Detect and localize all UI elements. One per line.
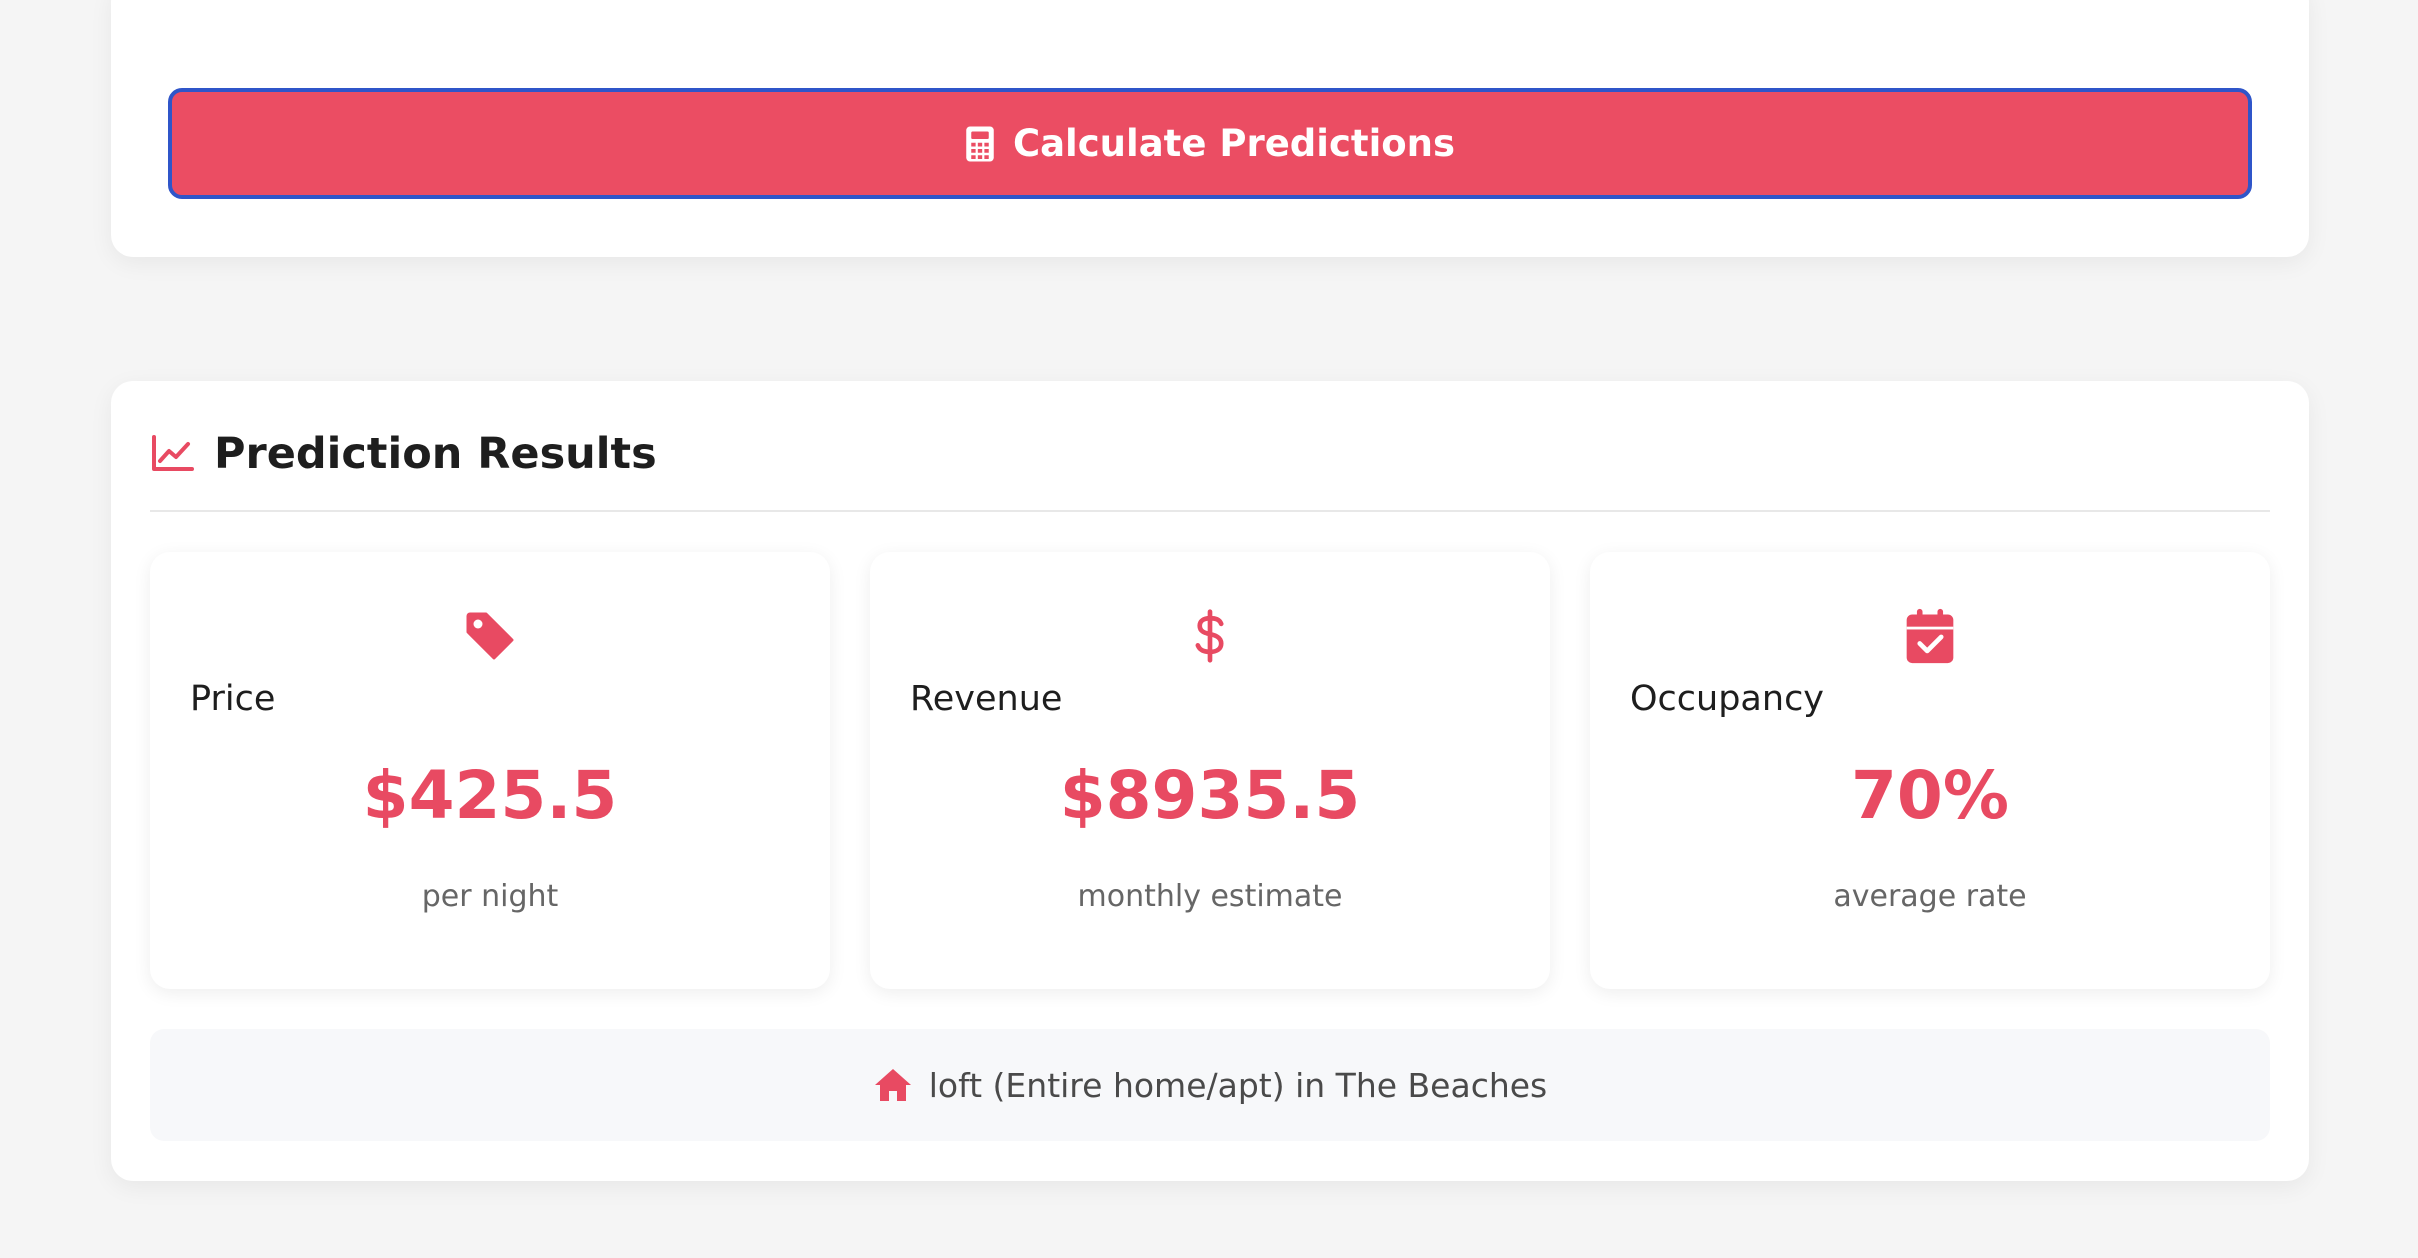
metric-subtext: per night: [421, 879, 559, 914]
prediction-results-card: Prediction Results Price $425.5 per nigh…: [111, 381, 2309, 1181]
results-title: Prediction Results: [214, 429, 657, 479]
tag-icon: [466, 612, 514, 660]
metric-value: $425.5: [362, 757, 618, 834]
metric-value: $8935.5: [1059, 757, 1361, 834]
header-divider: [150, 510, 2270, 512]
metric-label: Price: [190, 679, 276, 719]
metric-subtext: monthly estimate: [1077, 879, 1343, 914]
form-card: Calculate Predictions: [111, 0, 2309, 257]
calculate-button-label: Calculate Predictions: [1012, 122, 1456, 165]
metric-card-price: Price $425.5 per night: [150, 552, 830, 989]
calendar-check-icon: [1906, 608, 1954, 664]
results-header: Prediction Results: [150, 429, 657, 479]
calculator-icon: [966, 126, 994, 161]
metric-value: 70%: [1851, 757, 2009, 834]
metric-label: Occupancy: [1630, 679, 1825, 719]
property-summary-text: loft (Entire home/apt) in The Beaches: [928, 1065, 1548, 1105]
home-icon: [874, 1069, 911, 1101]
dollar-icon: [1195, 609, 1224, 663]
metric-subtext: average rate: [1833, 879, 2027, 914]
chart-line-icon: [152, 435, 194, 471]
metric-label: Revenue: [910, 679, 1063, 719]
metric-card-revenue: Revenue $8935.5 monthly estimate: [870, 552, 1550, 989]
metric-card-occupancy: Occupancy 70% average rate: [1590, 552, 2270, 989]
property-summary: loft (Entire home/apt) in The Beaches: [150, 1029, 2270, 1141]
calculate-predictions-button[interactable]: Calculate Predictions: [168, 88, 2252, 199]
